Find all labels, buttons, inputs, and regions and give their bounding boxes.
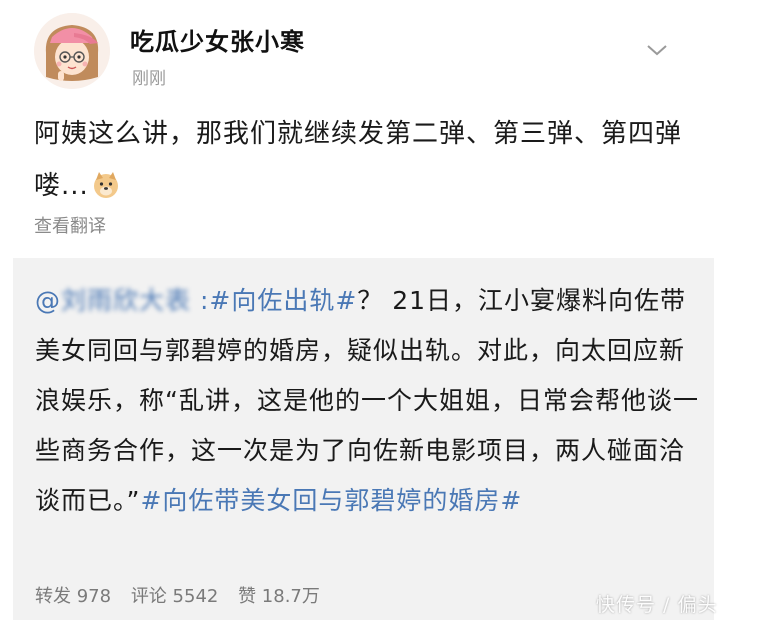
author-avatar[interactable] <box>34 13 110 89</box>
repost-card[interactable]: @刘雨欣大表 :#向佐出轨#？ 21日，江小宴爆料向佐带美女同回与郭碧婷的婚房，… <box>13 258 714 620</box>
doge-emoji-icon <box>93 172 118 198</box>
watermark: 快传号 / 偏头 <box>596 594 718 616</box>
chevron-down-icon[interactable] <box>645 42 669 58</box>
author-name[interactable]: 吃瓜少女张小寒 <box>130 22 305 57</box>
post-text: 阿姨这么讲，那我们就继续发第二弹、第三弹、第四弹喽... <box>34 119 683 201</box>
post-timestamp: 刚刚 <box>132 69 166 89</box>
topic-tag-1[interactable]: #向佐出轨# <box>209 286 357 315</box>
repost-count[interactable]: 转发 978 <box>35 586 111 607</box>
post-content: 阿姨这么讲，那我们就继续发第二弹、第三弹、第四弹喽... <box>34 108 724 212</box>
repost-text: @刘雨欣大表 :#向佐出轨#？ 21日，江小宴爆料向佐带美女同回与郭碧婷的婚房，… <box>35 276 705 526</box>
translate-link[interactable]: 查看翻译 <box>34 212 106 238</box>
comment-count[interactable]: 评论 5542 <box>131 586 219 607</box>
like-count[interactable]: 赞 18.7万 <box>238 586 320 607</box>
repost-stats: 转发 978 评论 5542 赞 18.7万 <box>35 582 334 608</box>
topic-tag-2[interactable]: #向佐带美女回与郭碧婷的婚房# <box>140 486 522 515</box>
mention-username[interactable]: 刘雨欣大表 <box>61 276 191 326</box>
mention-at[interactable]: @ <box>35 286 61 315</box>
mention-colon: : <box>191 286 210 315</box>
avatar-illustration <box>34 13 110 89</box>
